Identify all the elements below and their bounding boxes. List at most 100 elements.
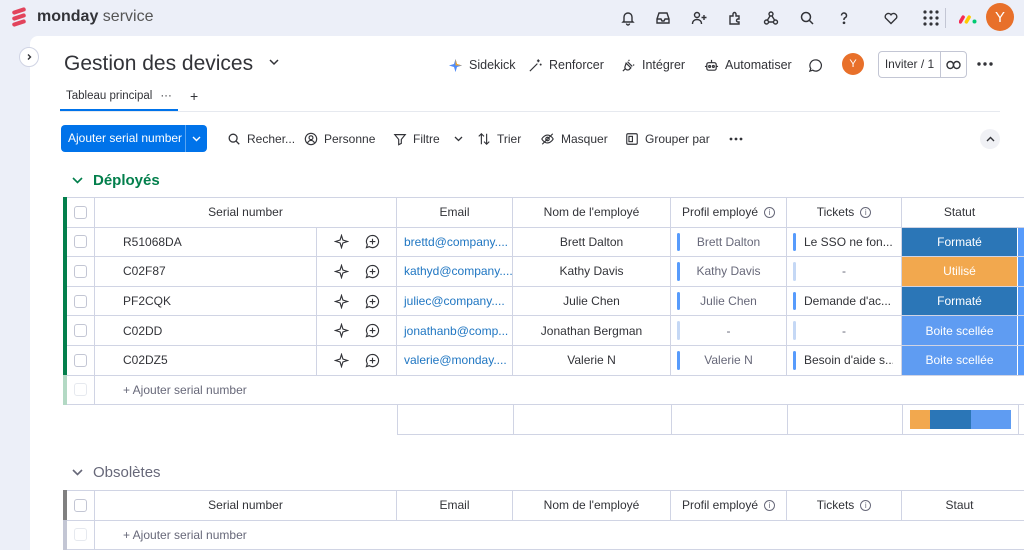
invite-button[interactable]: Inviter / 1 (878, 51, 967, 78)
group-header-obsoletes[interactable]: Obsolètes (72, 461, 161, 483)
integrer-button[interactable]: Intégrer (621, 54, 685, 76)
expand-sidebar-button[interactable] (19, 47, 39, 67)
info-icon[interactable]: i (764, 206, 776, 218)
profile-cell[interactable]: - (671, 316, 787, 345)
column-header-email[interactable]: Email (397, 491, 513, 520)
column-header-serial[interactable]: Serial number (95, 198, 397, 227)
sidekick-button[interactable]: Sidekick (448, 54, 516, 76)
email-cell[interactable]: valerie@monday.... (397, 345, 513, 375)
table-row[interactable]: C02DZ5 valerie@monday.... Valerie N Vale… (63, 344, 1024, 376)
column-header-tickets[interactable]: Tickets i (787, 198, 902, 227)
info-icon[interactable]: i (764, 499, 776, 511)
group-by-button[interactable]: Grouper par (625, 129, 710, 149)
column-header-name[interactable]: Nom de l'employé (513, 198, 671, 227)
tab-more-icon[interactable]: ··· (160, 89, 172, 109)
email-cell[interactable]: brettd@company.... (397, 227, 513, 257)
more-options-icon[interactable] (976, 54, 994, 74)
search-button[interactable]: Recher... (227, 129, 295, 149)
status-badge[interactable]: Formaté (902, 227, 1018, 257)
column-header-status[interactable]: Staut (902, 491, 1018, 520)
serial-cell[interactable]: C02DD (95, 316, 316, 345)
serial-cell[interactable]: C02F87 (95, 257, 316, 286)
column-header-status[interactable]: Statut (902, 198, 1018, 227)
board-member-avatar[interactable]: Y (842, 53, 864, 75)
add-serial-number-input[interactable]: + Ajouter serial number (95, 521, 415, 550)
table-row[interactable]: R51068DA brettd@company.... Brett Dalton… (63, 226, 1024, 258)
table-row[interactable]: C02DD jonathanb@comp... Jonathan Bergman… (63, 315, 1024, 346)
add-item-row[interactable]: + Ajouter serial number (63, 519, 1024, 550)
table-row[interactable]: PF2CQK juliec@company.... Julie Chen Jul… (63, 285, 1024, 317)
row-checkbox[interactable] (67, 316, 95, 345)
name-cell[interactable]: Valerie N (513, 345, 671, 375)
hide-button[interactable]: Masquer (540, 129, 608, 149)
invite-user-icon[interactable] (687, 6, 711, 30)
row-checkbox[interactable] (67, 345, 95, 375)
tickets-cell[interactable]: Demande d'ac... (787, 286, 902, 316)
person-filter-button[interactable]: Personne (304, 129, 375, 149)
collapse-header-button[interactable] (980, 129, 1000, 149)
group-header-deployes[interactable]: Déployés (72, 169, 160, 191)
serial-cell[interactable]: R51068DA (95, 228, 316, 257)
tickets-cell[interactable]: Le SSO ne fon... (787, 227, 902, 257)
brand-name[interactable]: monday service (37, 8, 153, 26)
status-badge[interactable]: Formaté (902, 286, 1018, 316)
group-title[interactable]: Déployés (93, 172, 160, 189)
column-header-tickets[interactable]: Tickets i (787, 491, 902, 520)
add-serial-number-button[interactable]: Ajouter serial number (61, 125, 207, 152)
chevron-down-icon[interactable] (268, 58, 280, 66)
tickets-cell[interactable]: - (787, 316, 902, 345)
updates-button[interactable] (808, 54, 823, 76)
profile-cell[interactable]: Valerie N (671, 345, 787, 375)
row-checkbox[interactable] (67, 227, 95, 257)
column-header-profile[interactable]: Profil employé i (671, 491, 787, 520)
help-icon[interactable] (832, 6, 856, 30)
chevron-down-icon[interactable] (186, 136, 207, 142)
group-title[interactable]: Obsolètes (93, 464, 161, 481)
monday-service-logo-icon[interactable] (10, 7, 28, 27)
row-checkbox[interactable] (67, 286, 95, 316)
tab-tableau-principal[interactable]: Tableau principal ··· (60, 89, 178, 111)
more-toolbar-icon[interactable] (729, 129, 743, 149)
renforcer-button[interactable]: Renforcer (528, 54, 604, 76)
email-cell[interactable]: jonathanb@comp... (397, 316, 513, 345)
status-badge[interactable]: Boite scellée (902, 345, 1018, 375)
user-avatar[interactable]: Y (986, 3, 1014, 31)
tickets-cell[interactable]: - (787, 257, 902, 286)
bell-icon[interactable] (616, 6, 640, 30)
add-serial-number-input[interactable]: + Ajouter serial number (95, 376, 415, 405)
select-all-checkbox[interactable] (67, 491, 95, 520)
filter-button[interactable]: Filtre (393, 129, 463, 149)
email-cell[interactable]: kathyd@company.... (397, 257, 513, 286)
tickets-cell[interactable]: Besoin d'aide s... (787, 345, 902, 375)
add-view-button[interactable]: + (190, 88, 198, 104)
search-icon[interactable] (795, 6, 819, 30)
email-cell[interactable]: juliec@company.... (397, 286, 513, 316)
select-all-checkbox[interactable] (67, 198, 95, 227)
heart-icon[interactable] (879, 6, 903, 30)
profile-cell[interactable]: Julie Chen (671, 286, 787, 316)
column-header-name[interactable]: Nom de l'employé (513, 491, 671, 520)
inbox-icon[interactable] (651, 6, 675, 30)
serial-cell[interactable]: C02DZ5 (95, 346, 316, 375)
column-header-serial[interactable]: Serial number (95, 491, 397, 520)
profile-cell[interactable]: Brett Dalton (671, 227, 787, 257)
table-row[interactable]: C02F87 kathyd@company.... Kathy Davis Ka… (63, 256, 1024, 287)
status-badge[interactable]: Boite scellée (902, 316, 1018, 345)
name-cell[interactable]: Jonathan Bergman (513, 316, 671, 345)
column-header-email[interactable]: Email (397, 198, 513, 227)
integrations-icon[interactable] (759, 6, 783, 30)
column-header-profile[interactable]: Profil employé i (671, 198, 787, 227)
info-icon[interactable]: i (860, 206, 872, 218)
apps-icon[interactable] (723, 6, 747, 30)
copy-link-icon[interactable] (941, 60, 966, 70)
status-badge[interactable]: Utilisé (902, 257, 1018, 286)
status-summary-bar[interactable] (910, 410, 1011, 430)
name-cell[interactable]: Julie Chen (513, 286, 671, 316)
info-icon[interactable]: i (860, 499, 872, 511)
name-cell[interactable]: Brett Dalton (513, 227, 671, 257)
profile-cell[interactable]: Kathy Davis (671, 257, 787, 286)
monday-logo-icon[interactable] (957, 6, 981, 30)
grid-menu-icon[interactable] (919, 6, 943, 30)
automatiser-button[interactable]: Automatiser (704, 54, 792, 76)
row-checkbox[interactable] (67, 257, 95, 286)
